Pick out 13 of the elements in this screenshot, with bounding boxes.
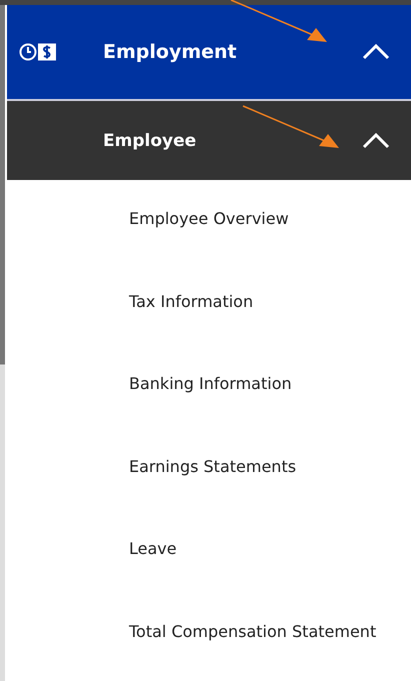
menu-item[interactable]: Earnings Statements xyxy=(7,448,411,486)
subsection-title: Employee xyxy=(103,130,198,150)
section-title: Employment xyxy=(103,41,238,63)
menu-item[interactable]: Tax Information xyxy=(7,282,411,320)
chevron-icon[interactable] xyxy=(361,132,391,150)
menu-item[interactable]: Banking Information xyxy=(7,365,411,403)
subsection-header[interactable]: Employee xyxy=(7,101,411,180)
menu-item[interactable]: Employee Overview xyxy=(7,200,411,238)
menu-item[interactable]: Total Compensation Statement xyxy=(7,612,411,651)
chevron-icon[interactable] xyxy=(361,43,391,61)
section-header[interactable]: Employment xyxy=(7,5,411,101)
menu-item[interactable]: Leave xyxy=(7,530,411,568)
clock-dollar-icon xyxy=(19,42,59,62)
